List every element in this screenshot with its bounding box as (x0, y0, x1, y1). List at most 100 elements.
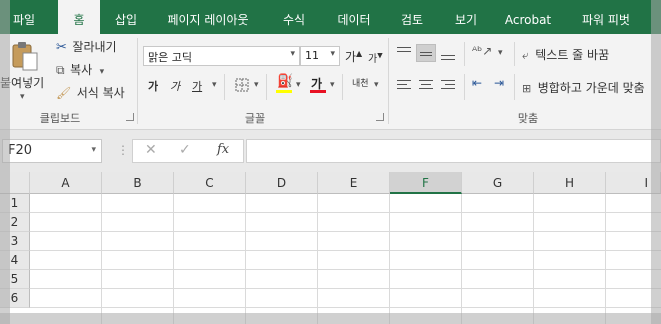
font-color-button[interactable]: 가 (308, 74, 328, 93)
column-header[interactable]: D (246, 172, 318, 194)
format-painter-label: 서식 복사 (76, 86, 125, 100)
row-header[interactable]: 3 (0, 232, 30, 251)
font-color-swatch (310, 90, 326, 93)
paste-icon (12, 42, 38, 71)
column-header[interactable]: H (534, 172, 606, 194)
copy-dropdown-icon[interactable]: ▾ (100, 67, 105, 77)
wrap-text-icon: ⤶ (522, 48, 529, 62)
orientation-dropdown-icon[interactable]: ▾ (498, 48, 503, 58)
group-divider (388, 38, 389, 124)
select-all-corner[interactable] (0, 172, 30, 194)
row-header[interactable]: 6 (0, 289, 30, 308)
align-inner-divider (514, 74, 515, 100)
cut-button[interactable]: ✂ 잘라내기 (56, 38, 117, 56)
font-inner-divider (342, 74, 343, 100)
phonetic-dropdown-icon[interactable]: ▾ (374, 80, 379, 90)
grow-font-label: 가 (345, 50, 357, 64)
font-dialog-launcher-icon[interactable] (376, 113, 384, 121)
grid-line (30, 307, 661, 308)
borders-button[interactable] (232, 76, 252, 94)
column-header[interactable]: A (30, 172, 102, 194)
grow-font-button[interactable]: 가▲ (345, 48, 362, 65)
align-center-button[interactable] (416, 76, 436, 94)
borders-dropdown-icon[interactable]: ▾ (254, 80, 259, 90)
formula-input[interactable] (246, 139, 661, 163)
fill-color-dropdown-icon[interactable]: ▾ (296, 80, 301, 90)
column-header-selected[interactable]: F (390, 172, 462, 194)
orientation-button[interactable]: ᴬᵇ↗ (472, 44, 492, 58)
merge-center-button[interactable]: ⊞ 병합하고 가운데 맞춤 (522, 79, 645, 96)
row-header[interactable]: 5 (0, 270, 30, 289)
underline-dropdown-icon[interactable]: ▾ (212, 80, 217, 90)
chevron-down-icon[interactable]: ▾ (91, 145, 96, 155)
align-left-button[interactable] (394, 76, 414, 94)
paste-dropdown-icon[interactable]: ▾ (20, 92, 25, 102)
row-header[interactable]: 2 (0, 213, 30, 232)
tab-file[interactable]: 파일 (0, 0, 48, 34)
shrink-font-icon: ▼ (377, 51, 383, 60)
align-right-button[interactable] (438, 76, 458, 94)
row-header[interactable]: 4 (0, 251, 30, 270)
tab-review[interactable]: 검토 (389, 0, 435, 34)
font-group-label: 글꼴 (244, 112, 266, 125)
increase-indent-button[interactable]: ⇥ (492, 76, 512, 94)
align-top-button[interactable] (394, 44, 414, 62)
decrease-indent-button[interactable]: ⇤ (470, 76, 490, 94)
font-size-value: 11 (305, 49, 319, 62)
paste-button[interactable]: 붙여넣기 ▾ (0, 36, 50, 108)
insert-function-button[interactable]: fx (217, 142, 229, 157)
column-header[interactable]: C (174, 172, 246, 194)
copy-label: 복사 (70, 63, 93, 77)
column-header[interactable]: B (102, 172, 174, 194)
tab-formulas[interactable]: 수식 (271, 0, 317, 34)
tab-acrobat[interactable]: Acrobat (497, 0, 559, 34)
tab-insert[interactable]: 삽입 (103, 0, 149, 34)
column-header[interactable]: I (606, 172, 661, 194)
fill-color-swatch (276, 90, 292, 93)
align-bottom-button[interactable] (438, 44, 458, 62)
column-header[interactable]: E (318, 172, 390, 194)
paste-label: 붙여넣기 (0, 76, 45, 90)
align-bottom-icon (441, 55, 455, 56)
tab-view[interactable]: 보기 (443, 0, 489, 34)
align-line (441, 88, 455, 89)
name-box[interactable]: F20 ▾ (2, 139, 102, 163)
font-color-dropdown-icon[interactable]: ▾ (330, 80, 335, 90)
row-header[interactable]: 1 (0, 194, 30, 213)
clipboard-dialog-launcher-icon[interactable] (126, 113, 134, 121)
align-middle-button[interactable] (416, 44, 436, 62)
align-left-icon (397, 80, 411, 81)
font-size-combo[interactable]: 11 ▾ (300, 46, 340, 66)
font-inner-divider (266, 74, 267, 100)
bold-button[interactable]: 가 (148, 78, 158, 94)
alignment-group-label: 맞춤 (517, 112, 539, 125)
tab-power-pivot[interactable]: 파워 피벗 (566, 0, 646, 34)
italic-button[interactable]: 가 (170, 78, 180, 94)
column-header[interactable]: G (462, 172, 534, 194)
align-line (397, 88, 411, 89)
font-name-combo[interactable]: 맑은 고딕 ▾ (143, 46, 300, 66)
grow-font-icon: ▲ (356, 49, 363, 58)
underline-button[interactable]: 가 (192, 78, 202, 94)
orientation-icon: ᴬᵇ↗ (472, 44, 493, 58)
decrease-indent-icon: ⇤ (472, 76, 483, 90)
tab-page-layout[interactable]: 페이지 레이아웃 (152, 0, 264, 34)
copy-button[interactable]: ⧉ 복사 ▾ (56, 61, 104, 79)
enter-icon[interactable]: ✓ (179, 142, 191, 158)
borders-icon (235, 78, 249, 92)
grid-line (533, 194, 534, 324)
tab-home[interactable]: 홈 (58, 0, 100, 34)
name-box-value: F20 (8, 143, 33, 158)
cancel-icon[interactable]: ✕ (145, 142, 157, 158)
align-inner-divider (464, 74, 465, 100)
format-painter-button[interactable]: 🖌 서식 복사 (56, 84, 125, 102)
tab-data[interactable]: 데이터 (326, 0, 382, 34)
fill-color-button[interactable]: ⛽ (274, 74, 294, 93)
shrink-font-button[interactable]: 가▼ (368, 50, 383, 65)
align-line (441, 59, 455, 60)
phonetic-button[interactable]: 내천 (352, 76, 369, 89)
wrap-text-button[interactable]: ⤶ 텍스트 줄 바꿈 (522, 46, 609, 63)
align-top-icon (397, 47, 411, 48)
ribbon-home: 붙여넣기 ▾ ✂ 잘라내기 ⧉ 복사 ▾ 🖌 서식 복사 클립보드 맑은 고딕 … (0, 34, 661, 130)
grid-line (245, 194, 246, 324)
